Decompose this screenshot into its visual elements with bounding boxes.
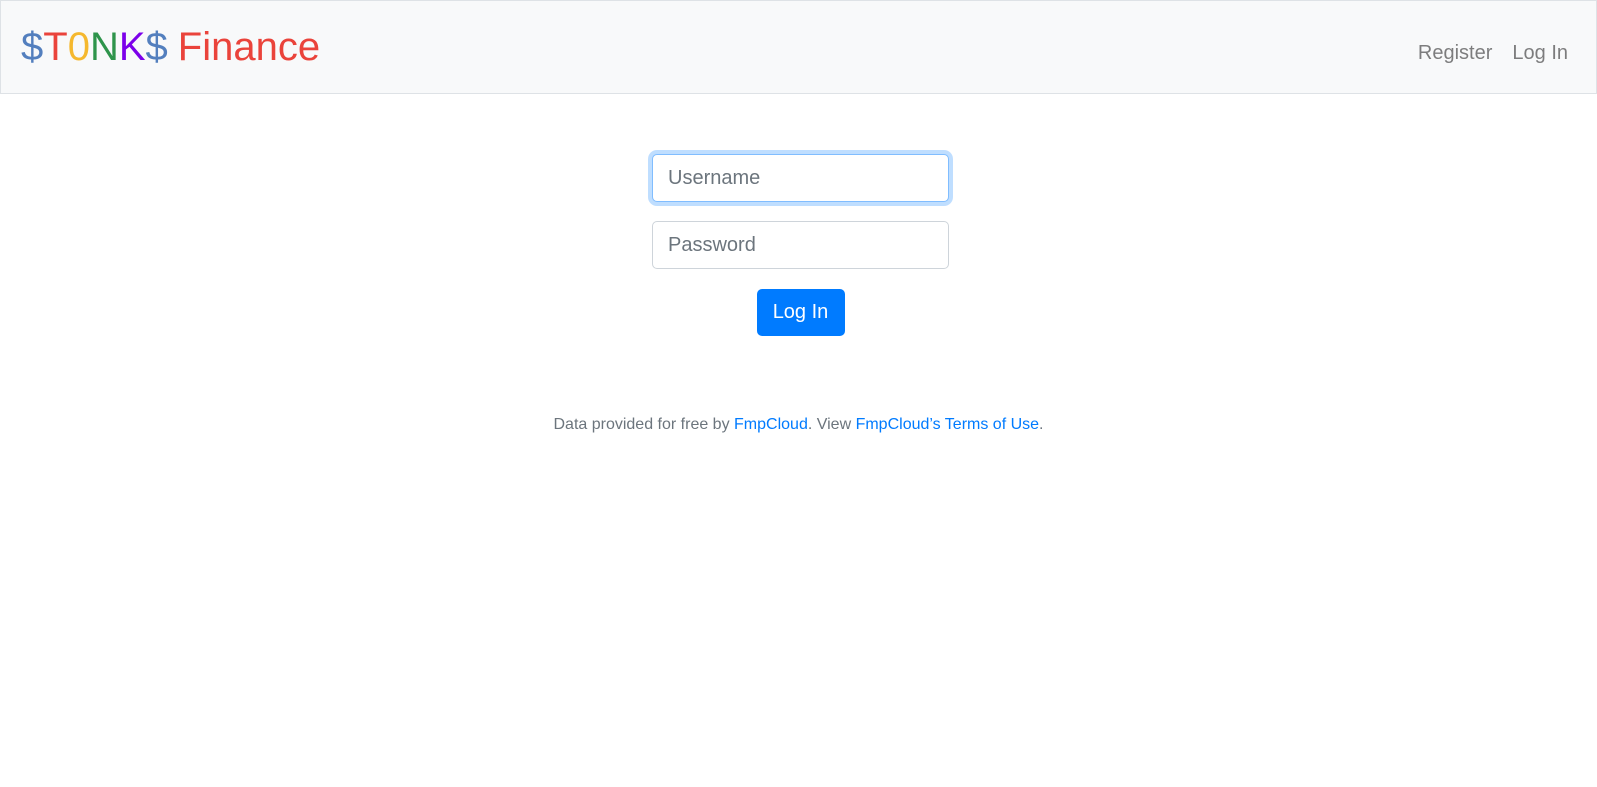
brand-letter: K	[118, 25, 146, 69]
brand-letter: $	[145, 25, 168, 69]
nav-login-link[interactable]: Log In	[1512, 39, 1568, 67]
brand-letter: $	[21, 25, 44, 69]
username-input[interactable]	[652, 154, 949, 202]
nav-register-link[interactable]: Register	[1418, 39, 1492, 67]
fmpcloud-link[interactable]: FmpCloud	[734, 416, 808, 433]
navbar: $T0NK$ Finance Register Log In	[0, 0, 1597, 94]
brand-letter: 0	[67, 25, 90, 69]
password-input[interactable]	[652, 221, 949, 269]
brand-letter: T	[43, 25, 68, 69]
login-submit-button[interactable]: Log In	[756, 289, 845, 336]
data-attribution-footer: Data provided for free by FmpCloud. View…	[0, 414, 1597, 436]
brand-word: Finance	[177, 25, 321, 69]
brand-logo-link[interactable]: $T0NK$ Finance	[21, 21, 320, 73]
login-form: Log In	[652, 154, 949, 336]
footer-text: .	[1039, 416, 1044, 433]
brand-letter: N	[89, 25, 119, 69]
terms-of-use-link[interactable]: FmpCloud’s Terms of Use	[856, 416, 1039, 433]
main-content: Log In Data provided for free by FmpClou…	[0, 94, 1597, 787]
footer-text: Data provided for free by	[553, 416, 735, 433]
nav-links: Register Log In	[1418, 39, 1568, 67]
footer-text: . View	[807, 416, 856, 433]
